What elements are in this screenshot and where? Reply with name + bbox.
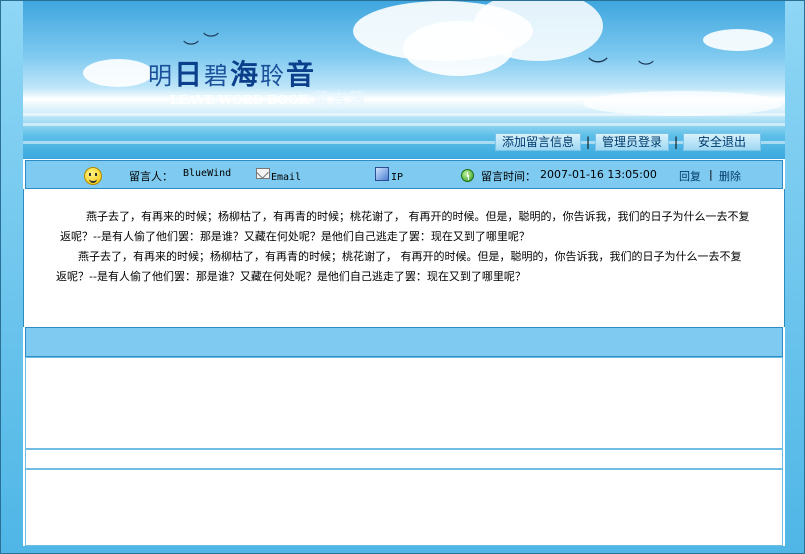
- divider-row: [25, 449, 783, 469]
- message-paragraph: 燕子去了，有再来的时候；杨柳枯了，有再青的时候；桃花谢了， 有再开的时候。但是，…: [60, 210, 750, 243]
- author-label: 留言人：: [129, 170, 173, 183]
- page-frame: ︶ ︶ ︶ ︶ 明日碧海聆音 LEAVE WORD BOOK 留言簿 添加留言信息…: [0, 0, 805, 554]
- message-paragraph: 燕子去了，有再来的时候；杨柳枯了，有再青的时候；桃花谢了， 有再开的时候。但是，…: [56, 250, 742, 283]
- reply-content-area: [25, 357, 783, 449]
- smiley-face-icon: [84, 167, 102, 185]
- sea-wave: [23, 113, 785, 116]
- cloud-decoration: [83, 59, 153, 87]
- bird-icon: ︶: [638, 59, 655, 78]
- time-value: 2007-01-16 13:05:00: [540, 168, 657, 181]
- logout-button[interactable]: 安全退出: [682, 133, 761, 151]
- message-content: 燕子去了，有再来的时候；杨柳枯了，有再青的时候；桃花谢了， 有再开的时候。但是，…: [23, 189, 785, 327]
- reply-header-bar: [25, 327, 783, 357]
- email-icon[interactable]: [256, 168, 270, 179]
- logo-subtitle-en: LEAVE WORD BOOK: [170, 93, 309, 107]
- guestbook-container: ︶ ︶ ︶ ︶ 明日碧海聆音 LEAVE WORD BOOK 留言簿 添加留言信息…: [23, 1, 785, 546]
- message-header-bar: 留言人： BlueWind Email IP 留言时间： 2007-01-16 …: [25, 160, 783, 189]
- admin-login-button[interactable]: 管理员登录: [594, 133, 669, 151]
- bird-icon: ︶: [203, 31, 220, 50]
- add-message-button[interactable]: 添加留言信息: [494, 133, 581, 151]
- clock-icon: [461, 169, 474, 182]
- delete-link[interactable]: 删除: [719, 168, 741, 184]
- site-logo-subtitle: LEAVE WORD BOOK 留言簿: [170, 85, 367, 109]
- time-label: 留言时间：: [481, 170, 536, 183]
- nav-separator: |: [585, 135, 590, 149]
- email-link[interactable]: Email: [271, 172, 301, 183]
- cloud-decoration: [703, 29, 773, 51]
- ip-icon[interactable]: [375, 167, 389, 181]
- ip-label[interactable]: IP: [391, 172, 403, 183]
- header-banner: ︶ ︶ ︶ ︶ 明日碧海聆音 LEAVE WORD BOOK 留言簿 添加留言信息…: [23, 1, 785, 159]
- action-separator: |: [709, 168, 713, 181]
- bird-icon: ︶: [588, 55, 608, 79]
- logo-subtitle-cn: 留言簿: [312, 89, 367, 108]
- footer-area: [25, 469, 783, 546]
- author-name: BlueWind: [183, 168, 232, 179]
- reply-link[interactable]: 回复: [679, 168, 701, 184]
- sea-wave: [23, 123, 785, 126]
- top-nav: 添加留言信息 | 管理员登录 | 安全退出: [494, 132, 761, 152]
- nav-separator: |: [673, 135, 678, 149]
